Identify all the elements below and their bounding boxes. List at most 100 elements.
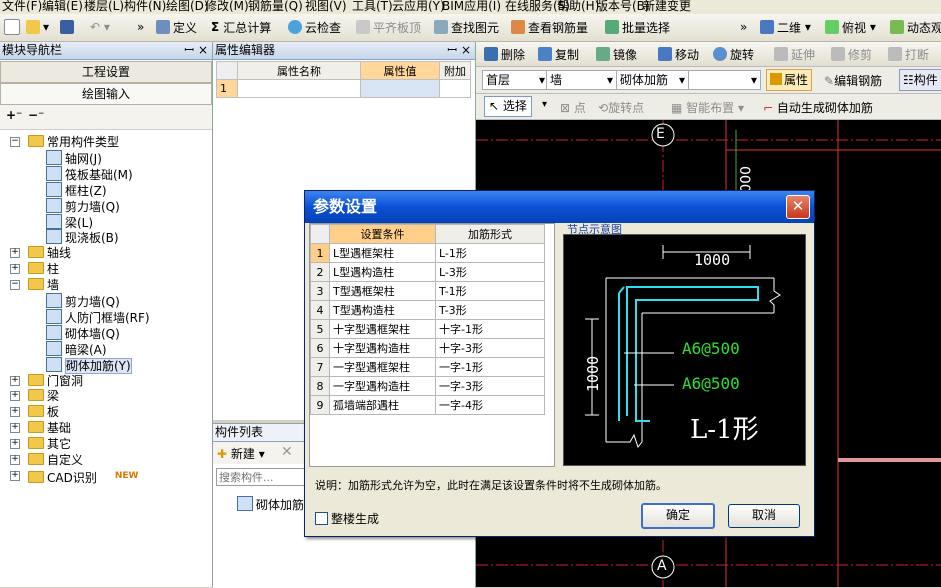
condition-row[interactable]: 2 L型遇构造柱 L-3形	[310, 262, 545, 282]
property-extra-cell[interactable]	[439, 79, 471, 98]
condition-cell[interactable]: 一字型遇框架柱	[329, 357, 436, 377]
dynamic-view-button[interactable]: 动态观察	[890, 18, 941, 36]
form-cell[interactable]: 十字-1形	[435, 319, 545, 339]
whole-floor-checkbox[interactable]: 整楼生成	[315, 510, 379, 527]
form-cell[interactable]: 一字-4形	[435, 395, 545, 415]
menu-item[interactable]: 云应用(Y)	[392, 0, 445, 14]
save-button[interactable]	[60, 18, 77, 36]
expand-icon[interactable]: +	[10, 375, 20, 386]
condition-row[interactable]: 9 孤墙端部遇柱 一字-4形	[310, 395, 545, 415]
delete-button[interactable]: 删除	[484, 45, 525, 63]
property-value-cell[interactable]	[360, 79, 440, 98]
menu-item[interactable]: 修改(M)	[205, 0, 249, 14]
tree-folder[interactable]: + 柱	[10, 261, 59, 277]
form-cell[interactable]: T-1形	[435, 281, 545, 301]
expand-icon[interactable]: +	[10, 407, 20, 418]
condition-row[interactable]: 4 T型遇构造柱 T-3形	[310, 300, 545, 320]
view-rebar-button[interactable]: 查看钢筋量	[511, 18, 588, 36]
expand-icon[interactable]: +	[10, 470, 20, 481]
sum-button[interactable]: Σ 汇总计算	[211, 18, 271, 36]
tree-item[interactable]: 人防门框墙(RF)	[46, 308, 150, 325]
components-button[interactable]: ☷构件	[899, 69, 941, 91]
instance-select[interactable]: ▾	[688, 70, 761, 90]
condition-cell[interactable]: L型遇构造柱	[329, 262, 436, 282]
expand-icon[interactable]: +	[10, 423, 20, 434]
condition-cell[interactable]: 孤墙端部遇柱	[329, 395, 436, 415]
tree-folder[interactable]: + 基础	[10, 420, 71, 436]
tree-item[interactable]: 暗梁(A)	[46, 340, 107, 357]
menu-item[interactable]: 钢筋量(Q)	[248, 0, 303, 14]
rotate-button[interactable]: 旋转	[713, 45, 754, 63]
collapse-all-icon[interactable]: −⁻	[28, 108, 44, 122]
expand-icon[interactable]: +	[10, 248, 20, 259]
condition-cell[interactable]: L型遇框架柱	[329, 243, 436, 263]
extend-button[interactable]: 延伸	[774, 45, 815, 63]
condition-row[interactable]: 8 一字型遇构造柱 一字-3形	[310, 376, 545, 396]
form-cell[interactable]: 一字-3形	[435, 376, 545, 396]
toolbar-overflow-2[interactable]: »	[740, 18, 747, 36]
undo-button[interactable]: ↶ ▾	[90, 18, 110, 36]
delete-icon[interactable]: ✕	[281, 444, 293, 460]
form-cell[interactable]: 一字-1形	[435, 357, 545, 377]
tree-item[interactable]: 砌体加筋(Y)	[46, 356, 132, 374]
condition-row[interactable]: 5 十字型遇框架柱 十字-1形	[310, 319, 545, 339]
condition-row[interactable]: 3 T型遇框架柱 T-1形	[310, 281, 545, 301]
condition-cell[interactable]: 一字型遇构造柱	[329, 376, 436, 396]
find-element-button[interactable]: 查找图元	[434, 18, 499, 36]
tree-folder[interactable]: + CAD识别 NEW	[10, 468, 138, 485]
menu-item[interactable]: 绘图(D)	[166, 0, 209, 14]
component-list-item[interactable]: 砌体加筋	[237, 496, 304, 513]
move-button[interactable]: 移动	[658, 45, 699, 63]
tree-folder[interactable]: + 轴线	[10, 245, 71, 261]
tree-folder[interactable]: + 其它	[10, 436, 71, 452]
menu-item[interactable]: 楼层(L)	[84, 0, 124, 14]
close-icon[interactable]: ×	[461, 42, 471, 59]
menu-item[interactable]: 工具(T)	[352, 0, 393, 14]
rotate-point-button[interactable]: ⟲旋转点	[598, 99, 644, 116]
tree-folder[interactable]: + 门窗洞	[10, 373, 83, 389]
project-settings-button[interactable]: 工程设置	[0, 61, 212, 83]
property-name-cell[interactable]	[237, 79, 361, 98]
tree-item[interactable]: 剪力墙(Q)	[46, 293, 120, 309]
drawing-input-button[interactable]: 绘图输入	[0, 83, 212, 105]
select-dropdown[interactable]: ▾	[542, 99, 547, 110]
cancel-button[interactable]: 取消	[728, 504, 800, 528]
menu-item[interactable]: 帮助(H)	[557, 0, 599, 14]
mirror-button[interactable]: 镜像	[596, 45, 637, 63]
view-top-dropdown[interactable]: 俯视 ▾	[825, 18, 876, 36]
condition-row[interactable]: 7 一字型遇框架柱 一字-1形	[310, 357, 545, 377]
open-file-button[interactable]: ▾	[26, 18, 49, 36]
expand-icon[interactable]: +	[10, 455, 20, 465]
form-cell[interactable]: 十字-3形	[435, 338, 545, 358]
smart-layout-button[interactable]: ▦ 智能布置 ▾	[671, 99, 744, 116]
tree-item[interactable]: 剪力墙(Q)	[46, 197, 120, 214]
pin-icon[interactable]: ꟷ	[184, 42, 194, 59]
menu-item[interactable]: 版本号(B)	[596, 0, 650, 14]
point-button[interactable]: ⊠ 点	[560, 99, 586, 116]
view-2d-dropdown[interactable]: 二维 ▾	[760, 18, 811, 36]
toolbar-overflow-1[interactable]: »	[137, 18, 144, 36]
tree-item[interactable]: 轴网(J)	[46, 149, 102, 166]
menu-item[interactable]: 编辑(E)	[42, 0, 83, 14]
flat-top-button[interactable]: 平齐板顶	[356, 18, 421, 36]
tree-folder[interactable]: − 常用构件类型	[10, 134, 119, 150]
expand-icon[interactable]: +	[10, 391, 20, 402]
pin-icon[interactable]: ꟷ	[447, 42, 457, 59]
menu-item[interactable]: 构件(N)	[124, 0, 166, 14]
collapse-icon[interactable]: −	[10, 280, 20, 291]
tree-item[interactable]: 砌体墙(Q)	[46, 324, 120, 341]
tree-item[interactable]: 筏板基础(M)	[46, 165, 133, 182]
condition-cell[interactable]: 十字型遇框架柱	[329, 319, 436, 339]
trim-button[interactable]: 修剪	[831, 45, 872, 63]
copy-button[interactable]: 复制	[538, 45, 579, 63]
expand-icon[interactable]: +	[10, 439, 20, 450]
expand-all-icon[interactable]: +⁻	[6, 108, 22, 122]
menu-item[interactable]: 视图(V)	[305, 0, 347, 14]
component-search-input[interactable]	[216, 468, 306, 486]
break-button[interactable]: 打断	[888, 45, 929, 63]
condition-cell[interactable]: T型遇框架柱	[329, 281, 436, 301]
form-cell[interactable]: L-3形	[435, 262, 545, 282]
ok-button[interactable]: 确定	[641, 503, 715, 529]
collapse-icon[interactable]: −	[10, 137, 20, 147]
type-select[interactable]: 砌体加筋 ▾	[616, 70, 689, 90]
